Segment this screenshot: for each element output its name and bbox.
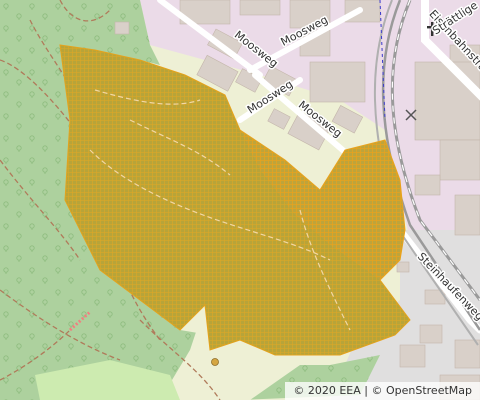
attribution: © 2020 EEA | © OpenStreetMap — [285, 382, 480, 400]
viewpoint-icon — [211, 358, 219, 366]
attribution-separator: | — [364, 384, 368, 397]
map-canvas: Moosweg Moosweg Moosweg Moosweg Eisenbah… — [0, 0, 480, 400]
map-view[interactable]: Moosweg Moosweg Moosweg Moosweg Eisenbah… — [0, 0, 480, 400]
copyright-eea[interactable]: © 2020 EEA — [293, 384, 360, 397]
copyright-osm-link[interactable]: © OpenStreetMap — [371, 384, 472, 397]
